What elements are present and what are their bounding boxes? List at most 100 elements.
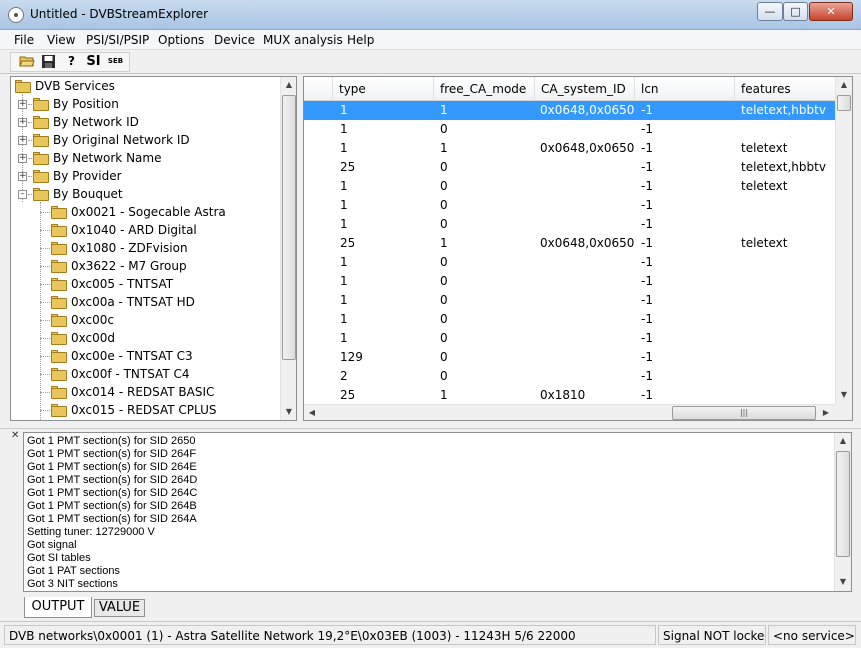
- table-row[interactable]: 1 0 -1: [304, 120, 835, 139]
- table-row[interactable]: 1 0 -1: [304, 272, 835, 291]
- scroll-down-arrow[interactable]: ▼: [835, 574, 851, 590]
- menu-options[interactable]: Options: [158, 33, 204, 47]
- menu-file[interactable]: File: [14, 33, 34, 47]
- expand-toggle[interactable]: +: [18, 118, 27, 127]
- table-row[interactable]: 1 1 0x0648,0x0650,... -1 teletext: [304, 139, 835, 158]
- close-icon[interactable]: ✕: [11, 430, 19, 441]
- table-cell: 0x0648,0x0650,...: [540, 141, 635, 155]
- scroll-thumb[interactable]: |||: [672, 406, 816, 420]
- table-vertical-scrollbar[interactable]: ▲ ▼: [835, 77, 852, 404]
- app-icon[interactable]: [8, 7, 24, 23]
- column-header-ca-system-id[interactable]: CA_system_ID: [534, 77, 634, 101]
- table-cell: 0: [440, 198, 448, 212]
- tree-item-bouquet[interactable]: 0xc00f - TNTSAT C4: [31, 365, 281, 383]
- tree-item-bouquet[interactable]: 0x1040 - ARD Digital: [31, 221, 281, 239]
- tree-item-bouquet[interactable]: 0x3622 - M7 Group: [31, 257, 281, 275]
- table-row[interactable]: 129 0 -1: [304, 348, 835, 367]
- tree-item-label: 0xc005 - TNTSAT: [71, 277, 174, 291]
- folder-icon: [51, 296, 67, 309]
- table-horizontal-scrollbar[interactable]: ◀ ||| ▶: [304, 404, 835, 420]
- services-table[interactable]: type free_CA_mode CA_system_ID lcn featu…: [303, 76, 853, 421]
- tree-item-by-original-network-id[interactable]: + By Original Network ID: [13, 131, 283, 149]
- table-cell: teletext: [741, 179, 788, 193]
- scroll-down-arrow[interactable]: ▼: [281, 404, 296, 420]
- tree-item-by-network-id[interactable]: + By Network ID: [13, 113, 283, 131]
- expand-toggle[interactable]: +: [18, 100, 27, 109]
- table-cell: 0: [440, 217, 448, 231]
- column-header-features[interactable]: features: [734, 77, 835, 101]
- table-cell: -1: [641, 103, 653, 117]
- services-tree[interactable]: DVB Services + By Position + By Network …: [10, 76, 297, 421]
- log-scrollbar[interactable]: ▲ ▼: [834, 433, 851, 591]
- scroll-thumb[interactable]: [836, 451, 850, 557]
- table-row[interactable]: 1 0 -1: [304, 253, 835, 272]
- table-cell: -1: [641, 122, 653, 136]
- menu-help[interactable]: Help: [347, 33, 374, 47]
- tree-item-by-network-name[interactable]: + By Network Name: [13, 149, 283, 167]
- table-row[interactable]: 1 0 -1: [304, 215, 835, 234]
- tree-item-root[interactable]: DVB Services: [13, 77, 283, 95]
- tree-item-bouquet[interactable]: 0xc005 - TNTSAT: [31, 275, 281, 293]
- tree-scrollbar[interactable]: ▲ ▼: [280, 77, 296, 420]
- table-row[interactable]: 1 1 0x0648,0x0650,... -1 teletext,hbbtv: [304, 101, 835, 120]
- collapse-toggle[interactable]: –: [18, 190, 27, 199]
- log-line: Got 1 PMT section(s) for SID 264C: [27, 487, 198, 499]
- table-cell: -1: [641, 312, 653, 326]
- menu-view[interactable]: View: [47, 33, 75, 47]
- table-cell: 1: [440, 103, 448, 117]
- table-row[interactable]: 2 0 -1: [304, 367, 835, 386]
- tree-item-bouquet[interactable]: 0xc00a - TNTSAT HD: [31, 293, 281, 311]
- help-button[interactable]: ?: [62, 53, 81, 70]
- scroll-left-arrow[interactable]: ◀: [304, 405, 320, 420]
- tree-item-bouquet[interactable]: 0xc00e - TNTSAT C3: [31, 347, 281, 365]
- table-row[interactable]: 1 0 -1 teletext: [304, 177, 835, 196]
- log-line: Got 1 PMT section(s) for SID 264A: [27, 513, 197, 525]
- tree-item-by-bouquet[interactable]: – By Bouquet: [13, 185, 283, 203]
- scroll-thumb[interactable]: [837, 95, 851, 111]
- scroll-right-arrow[interactable]: ▶: [818, 405, 834, 420]
- scroll-thumb[interactable]: [282, 95, 296, 360]
- column-header-lcn[interactable]: lcn: [634, 77, 734, 101]
- table-row[interactable]: 25 0 -1 teletext,hbbtv: [304, 158, 835, 177]
- table-row[interactable]: 1 0 -1: [304, 196, 835, 215]
- table-row[interactable]: 1 0 -1: [304, 291, 835, 310]
- output-log[interactable]: Got 1 PMT section(s) for SID 2650 Got 1 P…: [23, 432, 852, 592]
- tree-item-by-provider[interactable]: + By Provider: [13, 167, 283, 185]
- expand-toggle[interactable]: +: [18, 172, 27, 181]
- tree-item-bouquet[interactable]: 0xc015 - REDSAT CPLUS: [31, 401, 281, 419]
- menu-mux-analysis[interactable]: MUX analysis: [263, 33, 343, 47]
- table-row[interactable]: 1 0 -1: [304, 310, 835, 329]
- menu-psi-si-psip[interactable]: PSI/SI/PSIP: [86, 33, 149, 47]
- minimize-button[interactable]: —: [757, 2, 783, 21]
- table-cell: [741, 348, 835, 367]
- seb-button[interactable]: SEB: [106, 53, 125, 70]
- table-row[interactable]: 25 1 0x0648,0x0650,... -1 teletext: [304, 234, 835, 253]
- log-line: Got 1 PMT section(s) for SID 264D: [27, 474, 198, 486]
- save-button[interactable]: [39, 53, 58, 70]
- tree-item-label: By Network Name: [53, 151, 162, 165]
- tab-output[interactable]: OUTPUT: [24, 597, 92, 618]
- menu-device[interactable]: Device: [214, 33, 255, 47]
- tree-item-by-position[interactable]: + By Position: [13, 95, 283, 113]
- si-button[interactable]: SI: [84, 53, 103, 70]
- expand-toggle[interactable]: +: [18, 136, 27, 145]
- tree-item-bouquet[interactable]: 0xc014 - REDSAT BASIC: [31, 383, 281, 401]
- column-header-type[interactable]: type: [332, 77, 433, 101]
- scroll-down-arrow[interactable]: ▼: [836, 387, 852, 403]
- scroll-up-arrow[interactable]: ▲: [281, 77, 296, 93]
- expand-toggle[interactable]: +: [18, 154, 27, 163]
- tab-value[interactable]: VALUE: [94, 599, 145, 617]
- maximize-button[interactable]: □: [783, 2, 808, 21]
- column-header-free-ca-mode[interactable]: free_CA_mode: [433, 77, 534, 101]
- table-cell: -1: [641, 141, 653, 155]
- tree-item-bouquet[interactable]: 0xc00c: [31, 311, 281, 329]
- scroll-up-arrow[interactable]: ▲: [835, 433, 851, 449]
- close-button[interactable]: ✕: [809, 2, 853, 21]
- tree-item-bouquet[interactable]: 0x0021 - Sogecable Astra: [31, 203, 281, 221]
- tree-item-bouquet[interactable]: 0x1080 - ZDFvision: [31, 239, 281, 257]
- open-button[interactable]: [17, 53, 36, 70]
- tree-item-bouquet[interactable]: 0xc00d: [31, 329, 281, 347]
- table-row[interactable]: 1 0 -1: [304, 329, 835, 348]
- table-row[interactable]: 25 1 0x1810 -1: [304, 386, 835, 405]
- scroll-up-arrow[interactable]: ▲: [836, 77, 852, 93]
